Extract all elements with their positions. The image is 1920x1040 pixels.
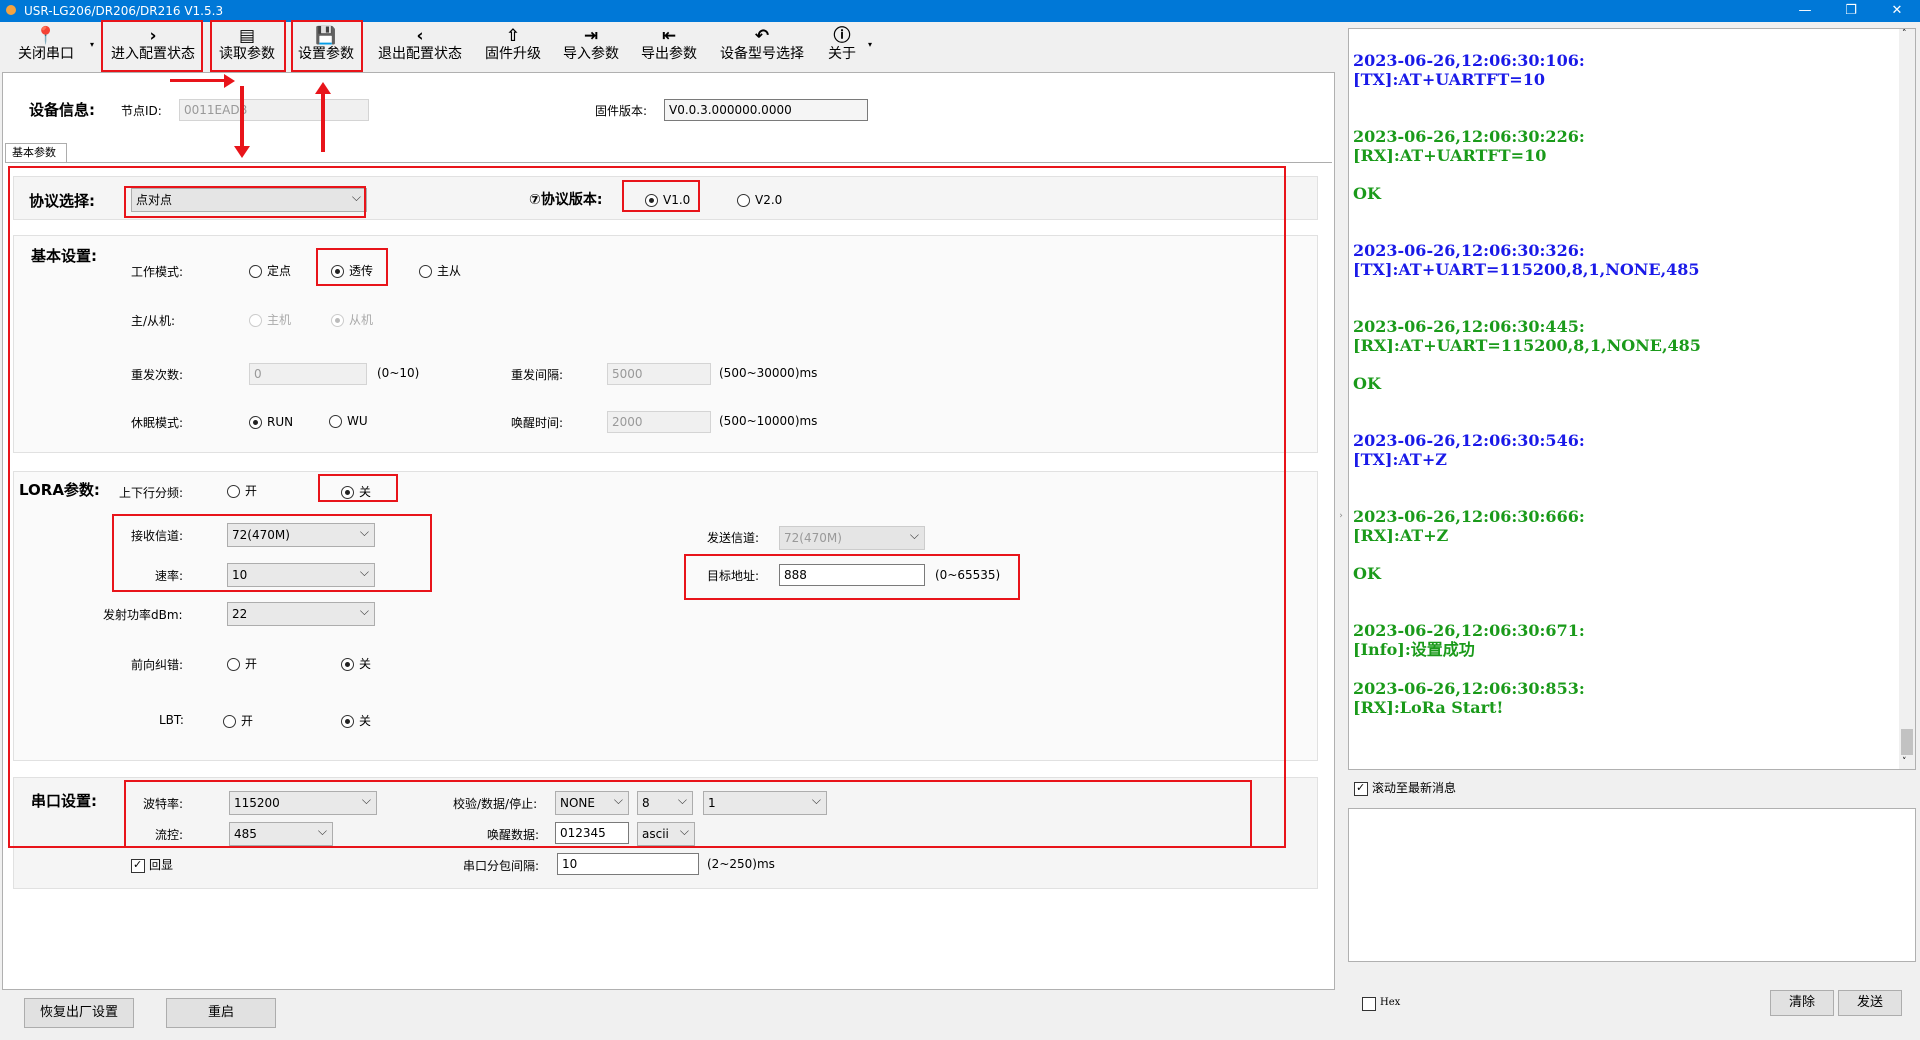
arrow-head-down [234,146,250,158]
log-entry: 2023-06-26,12:06:30:226: [RX]:AT+UARTFT=1… [1353,127,1585,203]
window-title: USR-LG206/DR206/DR216 V1.5.3 [24,4,224,18]
log-scrollbar[interactable]: ˄ ˅ [1899,29,1915,769]
packet-interval-field[interactable]: 10 [557,853,699,875]
import-icon: ⇥ [583,26,599,46]
app-icon [6,5,16,15]
log-entry: 2023-06-26,12:06:30:326: [TX]:AT+UART=115… [1353,241,1700,279]
hex-checkbox[interactable]: Hex [1362,996,1400,1011]
restart-button[interactable]: 重启 [166,998,276,1028]
highlight-channel-rate [112,514,432,592]
firmware-upgrade-button[interactable]: ⇧ 固件升级 [478,24,548,70]
highlight-protocol-select [124,186,366,218]
exit-config-button[interactable]: ‹ 退出配置状态 [370,24,470,70]
title-bar: USR-LG206/DR206/DR216 V1.5.3 — ❐ ✕ [0,0,1920,22]
highlight-enter-config [101,20,203,72]
log-panel: 2023-06-26,12:06:30:106: [TX]:AT+UARTFT=1… [1348,28,1916,770]
send-button[interactable]: 发送 [1838,990,1902,1016]
scroll-thumb[interactable] [1901,729,1913,755]
arrow-to-read-params [170,79,230,82]
clear-button[interactable]: 清除 [1770,990,1834,1016]
device-model-button[interactable]: ↶ 设备型号选择 [712,24,812,70]
echo-checkbox[interactable]: 回显 [131,858,173,873]
highlight-serial-settings [124,780,1252,848]
close-port-dropdown-icon[interactable]: ▾ [90,40,94,49]
device-info-title: 设备信息: [29,101,95,119]
export-icon: ⇤ [661,26,677,46]
about-dropdown-icon[interactable]: ▾ [868,40,872,49]
arrow-up-to-set-params [321,92,325,152]
minimize-button[interactable]: — [1782,0,1828,22]
log-entry: 2023-06-26,12:06:30:445: [RX]:AT+UART=115… [1353,317,1701,393]
highlight-protocol-v1 [622,180,700,212]
highlight-main-settings [8,166,1286,848]
send-input[interactable] [1348,808,1916,962]
highlight-set-params [291,20,363,72]
close-port-button[interactable]: 📍 关闭串口 [10,24,82,70]
export-params-button[interactable]: ⇤ 导出参数 [634,24,704,70]
highlight-target-address [684,554,1020,600]
firmware-label: 固件版本: [595,104,648,118]
arrow-down-to-settings [240,86,244,150]
undo-arrow-icon: ↶ [754,26,770,46]
chevron-left-icon: ‹ [416,26,424,46]
import-params-button[interactable]: ⇥ 导入参数 [556,24,626,70]
arrow-head-right [224,74,235,88]
factory-reset-button[interactable]: 恢复出厂设置 [24,998,134,1028]
node-id-label: 节点ID: [121,104,162,118]
packet-interval-range: (2~250)ms [707,857,775,871]
arrow-head-up [315,82,331,94]
log-entry: 2023-06-26,12:06:30:853: [RX]:LoRa Start! [1353,679,1585,717]
firmware-field[interactable]: V0.0.3.000000.0000 [664,99,868,121]
location-pin-icon: 📍 [35,26,57,46]
node-id-field[interactable]: 0011EAD8 [179,99,369,121]
log-entry: 2023-06-26,12:06:30:666: [RX]:AT+Z OK [1353,507,1585,583]
scroll-down-icon[interactable]: ˅ [1902,757,1907,767]
splitter-handle[interactable]: › [1336,496,1346,536]
upgrade-icon: ⇧ [505,26,521,46]
about-button[interactable]: ⓘ 关于 [822,24,862,70]
autoscroll-checkbox[interactable]: 滚动至最新消息 [1354,781,1456,796]
highlight-read-params [210,20,286,72]
tab-divider [5,162,1332,163]
restore-button[interactable]: ❐ [1828,0,1874,22]
tab-basic-params[interactable]: 基本参数 [5,143,67,163]
info-icon: ⓘ [833,26,851,46]
close-window-button[interactable]: ✕ [1874,0,1920,22]
packet-interval-label: 串口分包间隔: [463,859,540,873]
log-entry: 2023-06-26,12:06:30:106: [TX]:AT+UARTFT=1… [1353,51,1585,89]
highlight-split-off [318,474,398,502]
log-entry: 2023-06-26,12:06:30:546: [TX]:AT+Z [1353,431,1585,469]
highlight-transparent-mode [316,248,388,286]
log-entry: 2023-06-26,12:06:30:671: [Info]:设置成功 [1353,621,1585,659]
scroll-up-icon[interactable]: ˄ [1902,29,1907,39]
